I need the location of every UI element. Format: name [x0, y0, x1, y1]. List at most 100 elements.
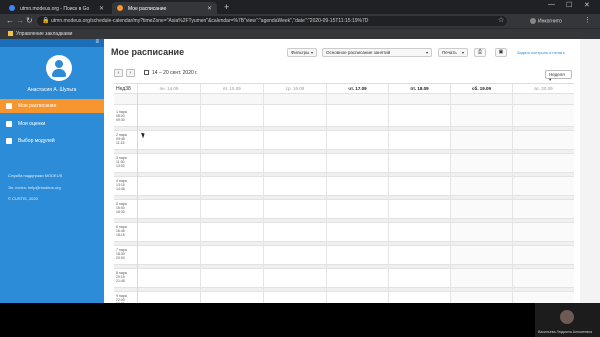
bookmark-folder-icon [8, 31, 13, 37]
sidebar: ≡ Анастасия А. Шульга Мое расписание Мои… [0, 39, 104, 303]
menu-icon[interactable]: ⋮ [584, 16, 591, 24]
column-divider [388, 93, 389, 303]
tab-search[interactable]: utmn.modeus.org - Поиск в Go ✕ [4, 2, 109, 14]
day-header-sun[interactable]: вс. 20.09 [512, 84, 574, 93]
prev-week-button[interactable]: ‹ [114, 69, 123, 77]
browser-window: utmn.modeus.org - Поиск в Go ✕ Мое распи… [0, 0, 600, 303]
all-day-row[interactable] [114, 93, 574, 105]
sidebar-item-grades[interactable]: Мои оценки [0, 117, 104, 131]
close-icon[interactable]: ✕ [99, 5, 104, 12]
modules-icon [6, 138, 12, 144]
export-link[interactable]: Задать контроль и печать [517, 50, 565, 55]
tab-label: Мое расписание [128, 6, 167, 12]
column-divider [450, 93, 451, 303]
date-range[interactable]: 14 – 20 сент. 2020 г. [144, 70, 198, 76]
browser-toolbar: ← → ↻ 🔒 utmn.modeus.org/schedule-calenda… [0, 14, 600, 28]
reload-icon[interactable]: ↻ [26, 16, 33, 25]
time-slot-row[interactable]: 7 пара 18:30 20:00 [114, 246, 574, 265]
address-bar[interactable]: 🔒 utmn.modeus.org/schedule-calendar/my?t… [37, 16, 507, 26]
modeus-icon [117, 5, 123, 11]
avatar[interactable] [46, 55, 72, 81]
day-header-fri[interactable]: пт. 18.09 [388, 84, 450, 93]
filters-button[interactable]: Фильтры ▾ [287, 48, 317, 57]
incognito-icon [530, 18, 536, 24]
print-button[interactable]: Печать ▾ [438, 48, 468, 57]
bookmark-star-icon[interactable]: ☆ [498, 16, 504, 24]
time-slot-label: 2 пара 09:45 11:15 [116, 133, 127, 145]
time-slot-label: 8 пара 20:15 21:45 [116, 271, 127, 283]
time-slot-row[interactable]: 8 пара 20:15 21:45 [114, 269, 574, 288]
time-slot-row[interactable]: 6 пара 16:45 18:15 [114, 223, 574, 242]
sidebar-item-label: Мои оценки [18, 121, 46, 127]
sidebar-item-schedule[interactable]: Мое расписание [0, 99, 104, 113]
main-content: Мое расписание Фильтры ▾ Основное расписа… [104, 39, 580, 303]
time-slot-row[interactable]: 5 пара 15:00 16:30 [114, 200, 574, 219]
sidebar-header: ≡ [0, 39, 104, 47]
tab-label: utmn.modeus.org - Поиск в Go [20, 6, 90, 12]
lock-icon: 🔒 [42, 18, 50, 24]
sidebar-item-label: Мое расписание [18, 103, 57, 109]
sidebar-item-label: Выбор модулей [18, 138, 55, 144]
day-header-sat[interactable]: сб. 19.09 [450, 84, 512, 93]
calendar-icon [6, 103, 12, 109]
column-divider [263, 93, 264, 303]
column-divider [326, 93, 327, 303]
time-slot-label: 3 пара 11:30 13:00 [116, 156, 127, 168]
chevron-down-icon: ▾ [310, 50, 313, 55]
incognito-badge[interactable]: Инкогнито [530, 16, 562, 24]
day-header-thu[interactable]: чт. 17.09 [326, 84, 388, 93]
tab-schedule[interactable]: Мое расписание ✕ [112, 2, 217, 14]
chevron-down-icon: ▾ [425, 50, 428, 55]
camera-icon[interactable]: ▣ [495, 48, 507, 57]
view-select[interactable]: Неделя ▾ [545, 70, 572, 82]
grid-header: Нед38 пн. 14.09 вт. 15.09 ср. 16.09 чт. … [114, 84, 574, 93]
participant-avatar [560, 310, 574, 324]
calendar-icon [144, 70, 149, 76]
bookmarks-label[interactable]: Управление закладками [16, 31, 72, 37]
week-number: Нед38 [116, 86, 131, 92]
time-slot-row[interactable]: 4 пара 13:15 14:45 [114, 177, 574, 196]
time-slot-row[interactable]: 9 пара 22:00 23:30 [114, 292, 574, 303]
sidebar-item-modules[interactable]: Выбор модулей [0, 134, 104, 148]
google-icon [9, 5, 15, 11]
chevron-down-icon: ▾ [461, 50, 464, 55]
scroll-area[interactable] [580, 39, 600, 303]
maximize-icon[interactable]: ☐ [566, 1, 572, 9]
column-divider [512, 93, 513, 303]
time-slot-row[interactable]: 3 пара 11:30 13:00 [114, 154, 574, 173]
day-header-mon[interactable]: пн. 14.09 [137, 84, 200, 93]
time-slot-label: 4 пара 13:15 14:45 [116, 179, 127, 191]
time-slot-label: 5 пара 15:00 16:30 [116, 202, 127, 214]
collapse-menu-icon[interactable]: ≡ [95, 39, 99, 45]
back-icon[interactable]: ← [6, 16, 14, 25]
close-icon[interactable]: ✕ [207, 5, 212, 12]
calendar-grid: Нед38 пн. 14.09 вт. 15.09 ср. 16.09 чт. … [114, 83, 574, 303]
column-divider [137, 93, 138, 303]
next-week-button[interactable]: › [126, 69, 135, 77]
new-tab-button[interactable]: + [224, 2, 229, 12]
participant-name: Васильева Людмила Алексеевна [538, 330, 593, 334]
time-slot-label: 1 пара 08:00 09:30 [116, 110, 127, 122]
page-title: Мое расписание [111, 47, 185, 57]
time-slot-label: 9 пара 22:00 23:30 [116, 294, 127, 303]
forward-icon[interactable]: → [16, 16, 24, 25]
copyright: © CUSTIS, 2020 [8, 196, 38, 201]
time-slot-label: 6 пара 16:45 18:15 [116, 225, 127, 237]
user-name[interactable]: Анастасия А. Шульга [0, 87, 104, 93]
app-area: ≡ Анастасия А. Шульга Мое расписание Мои… [0, 39, 600, 303]
time-slot-row[interactable]: 2 пара 09:45 11:15 [114, 131, 574, 150]
tab-bar: utmn.modeus.org - Поиск в Go ✕ Мое распи… [0, 0, 600, 14]
printer-icon[interactable]: ⎙ [474, 48, 486, 57]
support-text: Служба поддержки MODEUS [8, 173, 63, 178]
day-header-wed[interactable]: ср. 16.09 [263, 84, 326, 93]
support-email[interactable]: Эл. почта: help@modeus.org [8, 185, 61, 190]
column-divider [200, 93, 201, 303]
video-thumbnail[interactable]: Васильева Людмила Алексеевна [535, 303, 600, 337]
day-header-tue[interactable]: вт. 15.09 [200, 84, 263, 93]
schedule-type-select[interactable]: Основное расписание занятий ▾ [322, 48, 432, 57]
bookmarks-bar: Управление закладками [0, 28, 600, 39]
minimize-icon[interactable]: — [548, 1, 555, 8]
grades-icon [6, 121, 12, 127]
close-window-icon[interactable]: ✕ [584, 1, 590, 9]
time-slot-row[interactable]: 1 пара 08:00 09:30 [114, 108, 574, 127]
